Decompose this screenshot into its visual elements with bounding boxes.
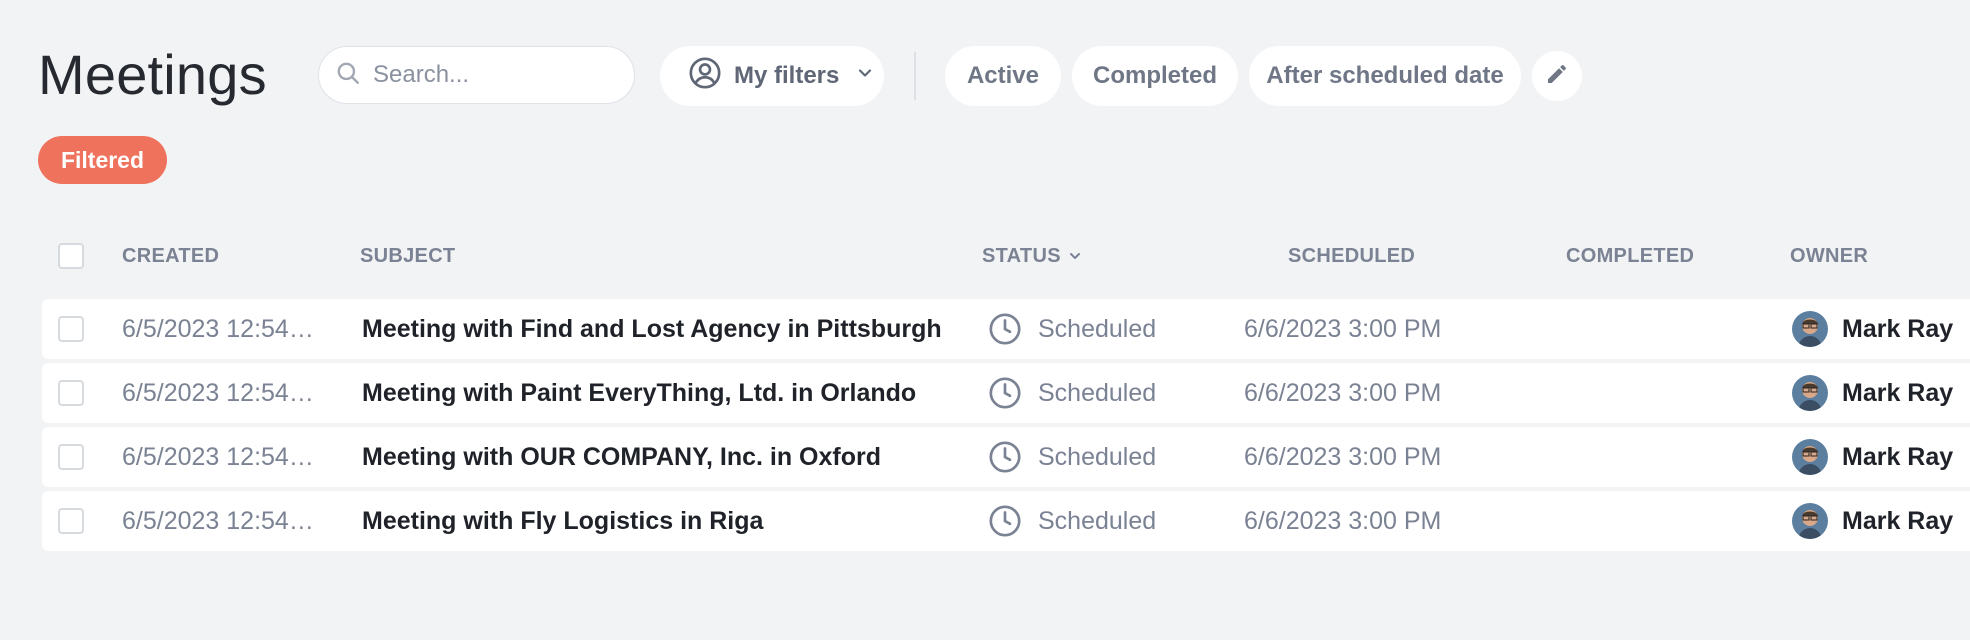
table-header: CREATED SUBJECT STATUS SCHEDULED COMPLET… — [40, 232, 1970, 280]
status-label: Scheduled — [1038, 442, 1157, 471]
scheduled-cell: 6/6/2023 3:00 PM — [1244, 442, 1442, 471]
select-all-cell — [58, 232, 84, 280]
user-circle-icon — [688, 56, 722, 97]
scheduled-cell: 6/6/2023 3:00 PM — [1244, 506, 1442, 535]
owner-name: Mark Ray — [1842, 378, 1954, 407]
row-checkbox[interactable] — [58, 508, 84, 534]
filtered-badge: Filtered — [38, 136, 167, 184]
clock-icon — [988, 440, 1022, 474]
edit-filters-button[interactable] — [1532, 51, 1582, 101]
scheduled-cell: 6/6/2023 3:00 PM — [1244, 314, 1442, 343]
avatar — [1792, 375, 1828, 411]
my-filters-dropdown[interactable]: My filters — [660, 46, 884, 106]
status-label: Scheduled — [1038, 378, 1157, 407]
subject-link[interactable]: Meeting with Fly Logistics in Riga — [362, 491, 763, 551]
search-box[interactable] — [318, 46, 635, 104]
status-cell: Scheduled — [988, 363, 1156, 423]
avatar — [1792, 503, 1828, 539]
clock-icon — [988, 312, 1022, 346]
clock-icon — [988, 376, 1022, 410]
status-cell: Scheduled — [988, 491, 1156, 551]
table-row[interactable]: 6/5/2023 12:54… Meeting with Paint Every… — [42, 363, 1970, 423]
meetings-table-body: 6/5/2023 12:54… Meeting with Find and Lo… — [42, 299, 1970, 555]
status-label: Scheduled — [1038, 506, 1157, 535]
avatar — [1792, 439, 1828, 475]
table-row[interactable]: 6/5/2023 12:54… Meeting with Fly Logisti… — [42, 491, 1970, 551]
select-all-checkbox[interactable] — [58, 243, 84, 269]
column-header-status[interactable]: STATUS — [982, 232, 1083, 280]
status-label: Scheduled — [1038, 314, 1157, 343]
table-row[interactable]: 6/5/2023 12:54… Meeting with OUR COMPANY… — [42, 427, 1970, 487]
column-header-created[interactable]: CREATED — [122, 232, 219, 280]
owner-name: Mark Ray — [1842, 314, 1954, 343]
row-checkbox[interactable] — [58, 444, 84, 470]
subject-link[interactable]: Meeting with OUR COMPANY, Inc. in Oxford — [362, 427, 881, 487]
column-header-status-label: STATUS — [982, 244, 1061, 267]
search-input[interactable] — [371, 60, 605, 90]
avatar — [1792, 311, 1828, 347]
column-header-owner[interactable]: OWNER — [1790, 232, 1868, 280]
owner-name: Mark Ray — [1842, 442, 1954, 471]
scheduled-cell: 6/6/2023 3:00 PM — [1244, 378, 1442, 407]
owner-cell: Mark Ray — [1792, 491, 1953, 551]
toolbar-divider — [914, 52, 916, 100]
row-checkbox[interactable] — [58, 380, 84, 406]
chevron-down-icon — [855, 62, 875, 90]
subject-link[interactable]: Meeting with Paint EveryThing, Ltd. in O… — [362, 363, 916, 423]
clock-icon — [988, 504, 1022, 538]
status-cell: Scheduled — [988, 427, 1156, 487]
row-checkbox[interactable] — [58, 316, 84, 342]
created-cell: 6/5/2023 12:54… — [122, 314, 314, 343]
pencil-icon — [1545, 62, 1569, 91]
created-cell: 6/5/2023 12:54… — [122, 442, 314, 471]
status-cell: Scheduled — [988, 299, 1156, 359]
filter-after-scheduled-date-button[interactable]: After scheduled date — [1249, 46, 1521, 106]
column-header-subject[interactable]: SUBJECT — [360, 232, 455, 280]
column-header-completed[interactable]: COMPLETED — [1566, 232, 1694, 280]
filter-active-button[interactable]: Active — [945, 46, 1061, 106]
created-cell: 6/5/2023 12:54… — [122, 378, 314, 407]
created-cell: 6/5/2023 12:54… — [122, 506, 314, 535]
owner-name: Mark Ray — [1842, 506, 1954, 535]
search-icon — [335, 60, 361, 91]
owner-cell: Mark Ray — [1792, 363, 1953, 423]
owner-cell: Mark Ray — [1792, 427, 1953, 487]
owner-cell: Mark Ray — [1792, 299, 1953, 359]
subject-link[interactable]: Meeting with Find and Lost Agency in Pit… — [362, 299, 942, 359]
my-filters-label: My filters — [734, 62, 840, 89]
table-row[interactable]: 6/5/2023 12:54… Meeting with Find and Lo… — [42, 299, 1970, 359]
page-title: Meetings — [38, 43, 267, 106]
filter-completed-button[interactable]: Completed — [1072, 46, 1238, 106]
chevron-down-icon — [1067, 248, 1083, 264]
column-header-scheduled[interactable]: SCHEDULED — [1288, 232, 1415, 280]
